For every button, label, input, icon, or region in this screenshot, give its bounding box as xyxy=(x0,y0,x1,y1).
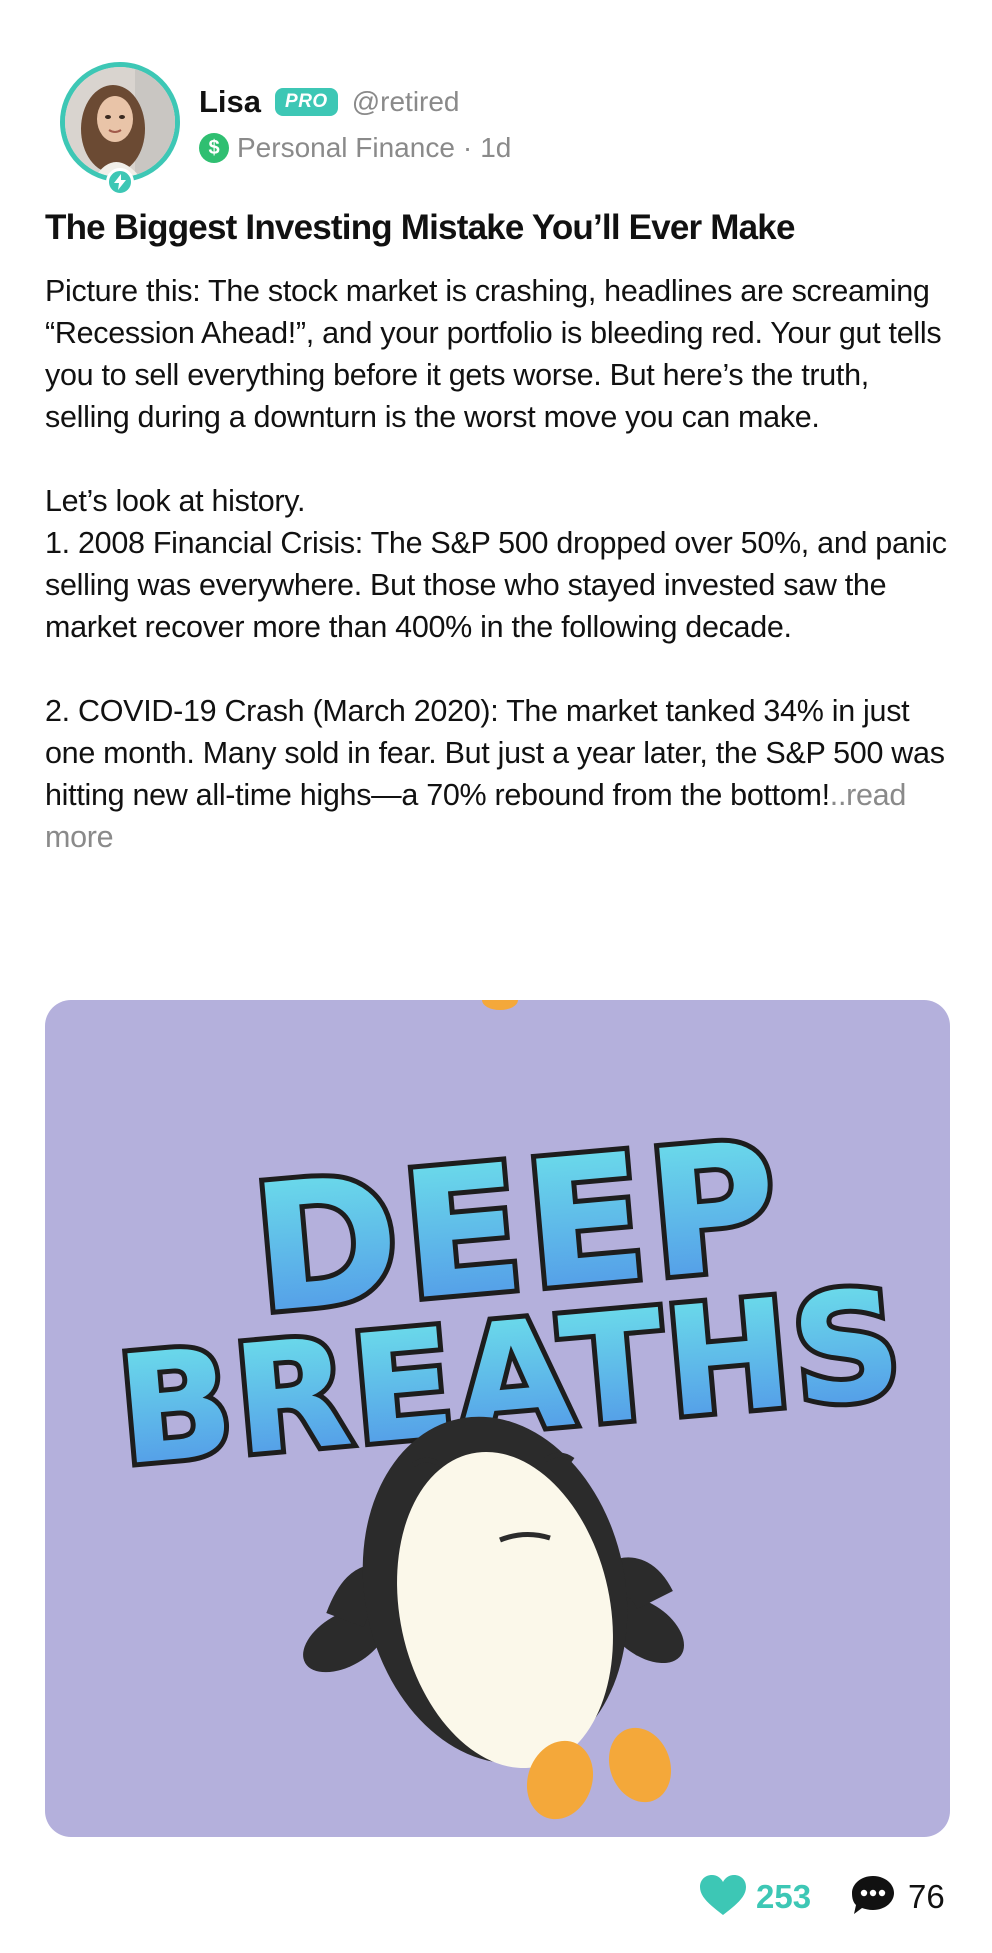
comment-button[interactable]: 76 xyxy=(850,1872,945,1922)
author-handle[interactable]: @retired xyxy=(352,86,460,118)
category-label[interactable]: Personal Finance xyxy=(237,132,455,164)
author-avatar[interactable] xyxy=(60,62,180,196)
post-card: Lisa PRO @retired $ Personal Finance · 1… xyxy=(0,0,992,1953)
like-button[interactable]: 253 xyxy=(700,1872,811,1922)
post-body: Picture this: The stock market is crashi… xyxy=(45,270,955,858)
post-paragraph: 1. 2008 Financial Crisis: The S&P 500 dr… xyxy=(45,526,947,644)
post-paragraph-last: 2. COVID-19 Crash (March 2020): The mark… xyxy=(45,690,955,858)
avatar-image xyxy=(60,62,180,182)
post-title: The Biggest Investing Mistake You’ll Eve… xyxy=(45,208,795,247)
comment-count: 76 xyxy=(908,1878,945,1915)
post-media-gif[interactable]: DEEP BREATHS xyxy=(45,1000,950,1837)
dollar-icon: $ xyxy=(199,133,229,163)
post-paragraph: Picture this: The stock market is crashi… xyxy=(45,274,942,434)
like-count: 253 xyxy=(756,1878,812,1915)
post-time: 1d xyxy=(480,132,512,163)
lightning-icon xyxy=(106,168,134,196)
author-name[interactable]: Lisa xyxy=(199,84,261,120)
heart-icon xyxy=(700,1874,746,1920)
post-paragraph: Let’s look at history. xyxy=(45,484,306,518)
meta-separator: · xyxy=(462,132,473,163)
post-paragraph: 2. COVID-19 Crash (March 2020): The mark… xyxy=(45,694,945,812)
comment-bubble-icon xyxy=(850,1874,896,1921)
author-row: Lisa PRO @retired xyxy=(199,80,460,124)
post-meta: $ Personal Finance · 1d xyxy=(199,128,511,168)
pro-badge: PRO xyxy=(275,88,338,116)
